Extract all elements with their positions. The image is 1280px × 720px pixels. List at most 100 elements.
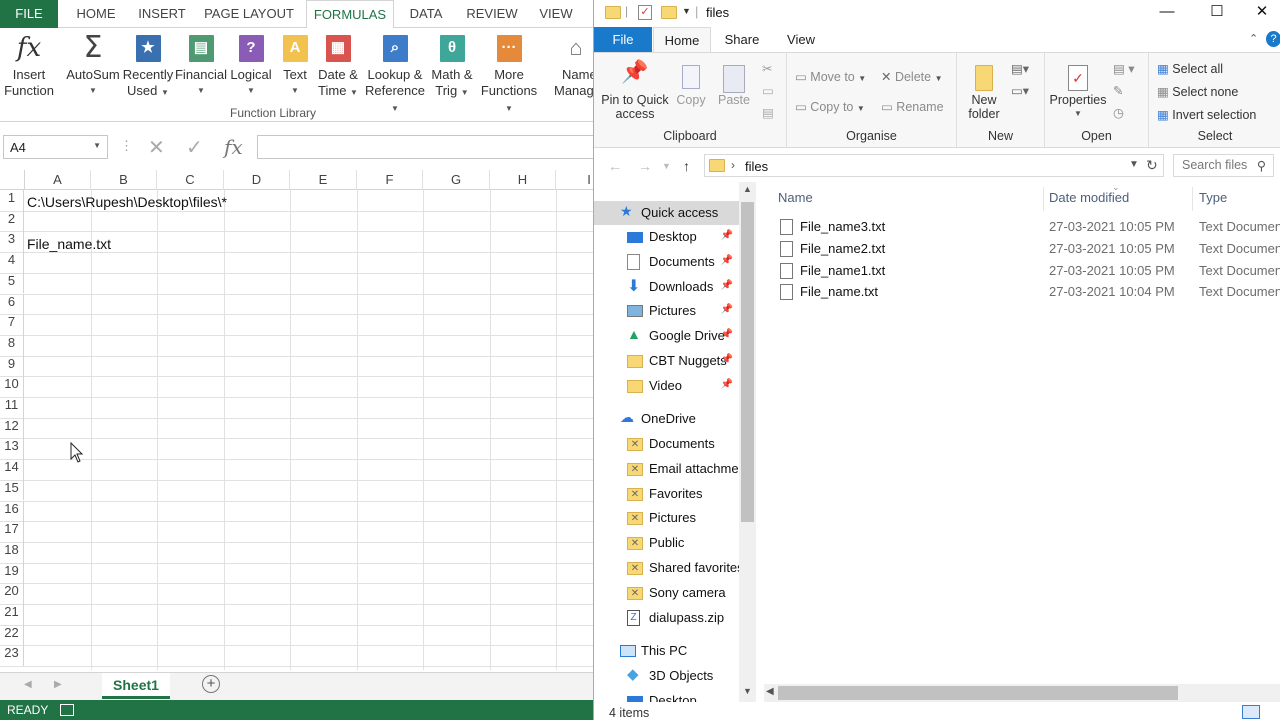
tab-insert[interactable]: INSERT bbox=[134, 0, 190, 28]
nav-this-pc[interactable]: This PC bbox=[594, 639, 739, 663]
nav-item[interactable]: Zdialupass.zip bbox=[594, 606, 739, 630]
macro-record-icon[interactable] bbox=[60, 704, 74, 716]
nav-item[interactable]: ✕ Public bbox=[594, 531, 739, 555]
properties-button[interactable]: ✓ Properties ▼ bbox=[1049, 63, 1107, 121]
nav-item[interactable]: CBT Nuggets 📌 bbox=[594, 349, 739, 373]
nav-item[interactable]: ▲ Google Drive 📌 bbox=[594, 324, 739, 348]
add-sheet-icon[interactable]: + bbox=[202, 675, 220, 693]
row-header[interactable]: 14 bbox=[0, 459, 24, 480]
column-header[interactable]: H bbox=[490, 170, 556, 190]
row-header[interactable]: 19 bbox=[0, 562, 24, 584]
refresh-icon[interactable]: ↻ bbox=[1146, 157, 1158, 174]
column-header[interactable]: D bbox=[224, 170, 290, 190]
autosum-button[interactable]: Σ AutoSum ▼ bbox=[64, 32, 122, 99]
tab-data[interactable]: DATA bbox=[402, 0, 450, 28]
column-header[interactable]: G bbox=[423, 170, 490, 190]
invert-selection-button[interactable]: ▦ Invert selection bbox=[1157, 107, 1256, 122]
column-header[interactable]: A bbox=[25, 170, 91, 190]
row-header[interactable]: 17 bbox=[0, 521, 24, 542]
date-time-button[interactable]: ▦ Date & Time ▼ bbox=[314, 32, 362, 101]
horizontal-scroll-thumb[interactable] bbox=[778, 686, 1178, 700]
nav-pc-desktop[interactable]: Desktop bbox=[594, 689, 739, 702]
row-header[interactable]: 13 bbox=[0, 438, 24, 460]
pin-icon[interactable]: 📌 bbox=[721, 280, 733, 291]
collapse-ribbon-icon[interactable]: ⌃ bbox=[1249, 32, 1258, 45]
recently-used-button[interactable]: ★ Recently Used ▼ bbox=[122, 32, 174, 101]
file-row[interactable]: File_name3.txt 27-03-2021 10:05 PM Text Do… bbox=[776, 216, 1280, 238]
nav-onedrive[interactable]: ☁ OneDrive bbox=[594, 407, 739, 431]
recent-locations-icon[interactable]: ▼ bbox=[662, 161, 671, 171]
file-row[interactable]: File_name1.txt 27-03-2021 10:05 PM Text Do… bbox=[776, 260, 1280, 282]
name-box[interactable]: A4 ▼ bbox=[3, 135, 108, 159]
help-icon[interactable]: ? bbox=[1266, 31, 1280, 47]
financial-button[interactable]: ▤ Financial ▼ bbox=[174, 32, 228, 99]
column-date-modified[interactable]: Date modified bbox=[1049, 190, 1129, 205]
nav-item[interactable]: ✕ Favorites bbox=[594, 482, 739, 506]
copy-to-button[interactable]: ▭ Copy to ▼ bbox=[795, 99, 865, 114]
row-header[interactable]: 22 bbox=[0, 624, 24, 646]
forward-arrow-icon[interactable]: → bbox=[638, 158, 652, 174]
minimize-icon[interactable]: — bbox=[1144, 2, 1190, 24]
scroll-down-icon[interactable]: ▼ bbox=[743, 686, 752, 696]
tab-review[interactable]: REVIEW bbox=[462, 0, 522, 28]
new-folder-button[interactable]: New folder bbox=[963, 63, 1005, 121]
row-header[interactable]: 1 bbox=[0, 190, 24, 211]
rename-button[interactable]: ▭ Rename bbox=[881, 99, 944, 114]
move-to-button[interactable]: ▭ Move to ▼ bbox=[795, 69, 866, 84]
open-icon[interactable]: ▤ ▾ bbox=[1113, 61, 1135, 76]
nav-item[interactable]: Desktop 📌 bbox=[594, 225, 739, 249]
pin-icon[interactable]: 📌 bbox=[721, 255, 733, 266]
new-folder-icon[interactable] bbox=[661, 6, 677, 19]
scroll-left-icon[interactable]: ◀ bbox=[24, 679, 32, 690]
paste-shortcut-icon[interactable]: ▤ bbox=[762, 105, 774, 120]
select-all-corner[interactable] bbox=[0, 170, 25, 190]
cell-a3[interactable]: File_name.txt bbox=[27, 236, 111, 252]
math-trig-button[interactable]: θ Math & Trig ▼ bbox=[428, 32, 476, 101]
maximize-icon[interactable]: ☐ bbox=[1194, 2, 1240, 24]
row-header[interactable]: 15 bbox=[0, 479, 24, 501]
nav-3d-objects[interactable]: ◆ 3D Objects bbox=[594, 664, 739, 688]
insert-function-fx-icon[interactable]: fx bbox=[224, 135, 243, 159]
row-header[interactable]: 20 bbox=[0, 583, 24, 604]
row-header[interactable]: 23 bbox=[0, 645, 24, 667]
insert-function-button[interactable]: fx Insert Function bbox=[2, 32, 56, 99]
tab-file[interactable]: FILE bbox=[0, 0, 58, 28]
column-separator[interactable] bbox=[1192, 187, 1193, 211]
nav-quick-access[interactable]: ★ Quick access bbox=[594, 201, 739, 225]
row-header[interactable]: 8 bbox=[0, 334, 24, 356]
row-header[interactable]: 6 bbox=[0, 293, 24, 315]
nav-scroll-thumb[interactable] bbox=[741, 202, 754, 522]
text-button[interactable]: A Text ▼ bbox=[276, 32, 314, 99]
nav-item[interactable]: ✕ Shared favorites bbox=[594, 556, 744, 580]
pin-to-quick-access-button[interactable]: 📌 Pin to Quick access bbox=[600, 61, 670, 122]
nav-item[interactable]: ✕ Pictures bbox=[594, 506, 739, 530]
copy-path-icon[interactable]: ▭ bbox=[762, 83, 774, 98]
row-header[interactable]: 16 bbox=[0, 500, 24, 522]
nav-item[interactable]: Video 📌 bbox=[594, 374, 739, 398]
nav-scrollbar[interactable]: ▲ ▼ bbox=[739, 182, 756, 702]
column-header[interactable]: I bbox=[556, 170, 593, 190]
nav-item[interactable]: ⬇ Downloads 📌 bbox=[594, 275, 739, 299]
select-all-button[interactable]: ▦ Select all bbox=[1157, 61, 1223, 76]
cell-a1[interactable]: C:\Users\Rupesh\Desktop\files\* bbox=[27, 194, 227, 210]
history-icon[interactable]: ◷ bbox=[1113, 105, 1124, 120]
properties-check-icon[interactable]: ✓ bbox=[638, 5, 652, 20]
name-manager-button[interactable]: ⌂ Name Manag bbox=[548, 32, 593, 99]
enter-check-icon[interactable]: ✓ bbox=[186, 135, 203, 160]
tab-share[interactable]: Share bbox=[716, 27, 768, 53]
breadcrumb-files[interactable]: files bbox=[745, 159, 768, 174]
pin-icon[interactable]: 📌 bbox=[721, 354, 733, 365]
pin-icon[interactable]: 📌 bbox=[721, 230, 733, 241]
lookup-reference-button[interactable]: ⌕ Lookup & Reference ▼ bbox=[362, 32, 428, 117]
sheet-tab-sheet1[interactable]: Sheet1 bbox=[102, 673, 170, 699]
address-bar[interactable]: › files ▼ ↻ bbox=[704, 154, 1164, 177]
column-header[interactable]: F bbox=[357, 170, 423, 190]
row-header[interactable]: 4 bbox=[0, 252, 24, 273]
cancel-icon[interactable]: ✕ bbox=[148, 135, 165, 160]
column-header[interactable]: C bbox=[157, 170, 224, 190]
paste-button[interactable]: Paste bbox=[716, 65, 752, 107]
cut-icon[interactable]: ✂ bbox=[762, 61, 772, 76]
pin-icon[interactable]: 📌 bbox=[721, 379, 733, 390]
column-header[interactable]: B bbox=[91, 170, 157, 190]
nav-item[interactable]: Pictures 📌 bbox=[594, 299, 739, 323]
